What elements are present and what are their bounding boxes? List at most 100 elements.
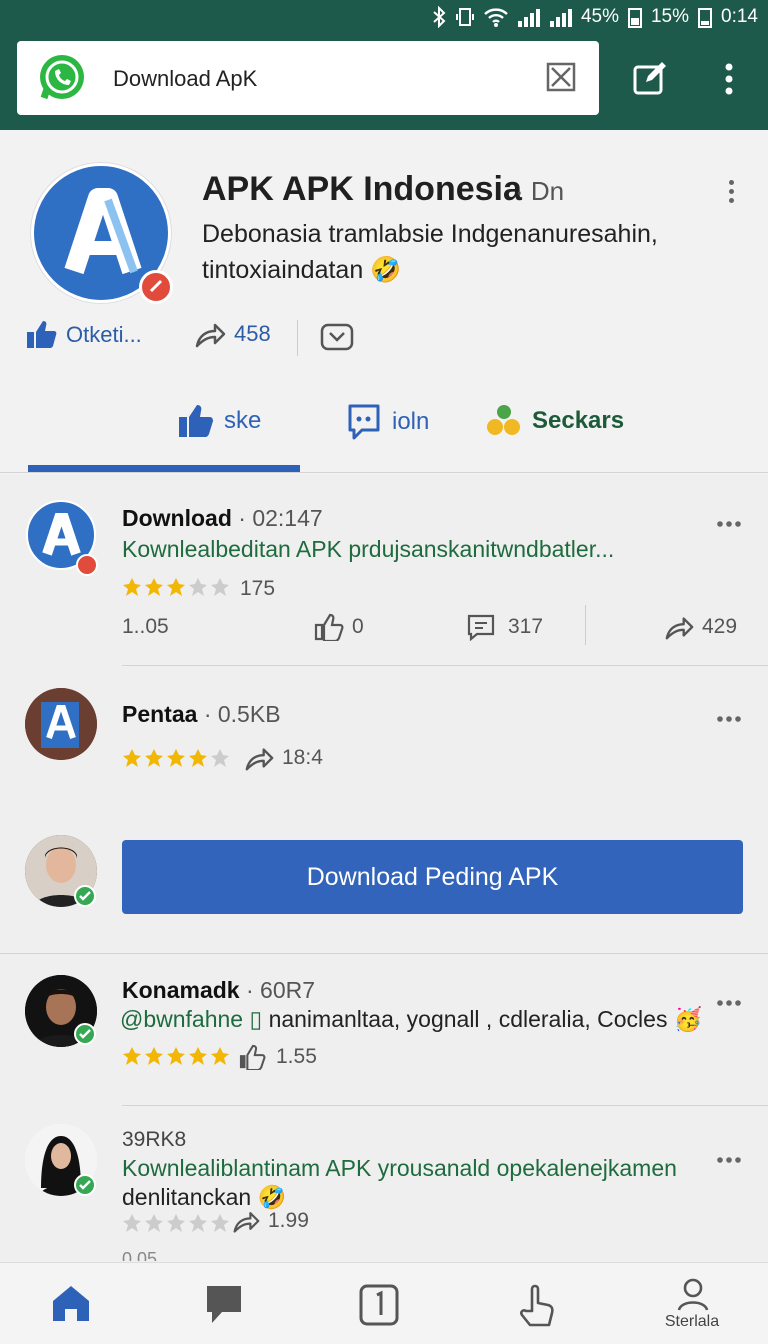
thumbs-up-icon [27, 321, 57, 348]
profile-tabs: ske ioln Seckars [0, 393, 768, 473]
tab-label: ske [224, 407, 262, 434]
share-count: 18:4 [282, 746, 323, 769]
post-item[interactable]: 39RK8 Kownlealiblantinam APK yrousanald … [0, 1108, 768, 1261]
avatar-image [25, 688, 97, 760]
tab-label: Seckars [532, 407, 625, 434]
status-bar: 45% 15% 0:14 [0, 0, 768, 34]
search-bar[interactable]: Download ApK [17, 41, 599, 115]
signal-icon [549, 9, 572, 27]
bluetooth-icon [433, 6, 446, 28]
divider [122, 1105, 768, 1106]
tab-seckars[interactable]: Seckars [486, 403, 624, 439]
share-icon [245, 748, 274, 771]
share-icon [195, 323, 226, 348]
clock: 0:14 [721, 6, 758, 27]
post-avatar[interactable] [25, 688, 97, 760]
post-more-icon[interactable] [716, 1152, 742, 1180]
thumbs-up-icon [179, 405, 213, 437]
post-author-name[interactable]: 39RK8 [122, 1128, 186, 1152]
tab-ioln[interactable]: ioln [346, 403, 429, 441]
star-icon [189, 1047, 207, 1065]
bottom-navigation: Sterlala [0, 1262, 768, 1344]
profile-stats: Otketi... 458 [0, 320, 768, 360]
post-item[interactable]: Pentaa · 0.5KB 18:4 [0, 668, 768, 808]
battery-percent: 45% [580, 6, 619, 27]
clear-icon[interactable] [545, 61, 577, 93]
star-icon [123, 578, 141, 596]
verified-check-icon [74, 1174, 96, 1196]
profile-nav-label[interactable]: Sterlala [660, 1313, 724, 1331]
rating-stars [122, 1046, 230, 1066]
post-item[interactable]: Download · 02:147 Kownlealbeditan APK pr… [0, 480, 768, 665]
share-count: 1.99 [268, 1209, 309, 1232]
star-icon [145, 1214, 163, 1232]
rating-count: 175 [240, 577, 276, 600]
message-icon[interactable] [320, 323, 354, 351]
post-text-line: denlitanckan 🤣 [122, 1184, 287, 1210]
signal-icon [517, 9, 540, 27]
share-button[interactable]: 1.99 [232, 1208, 309, 1234]
download-apk-button[interactable]: Download Peding APK [122, 840, 743, 914]
profile-description-line: Debonasia tramlabsie Indgenanuresahin, [202, 220, 658, 248]
post-more-icon[interactable] [716, 516, 742, 544]
search-input[interactable]: Download ApK [113, 66, 257, 92]
compose-icon[interactable] [632, 60, 668, 96]
chat-icon[interactable] [204, 1283, 244, 1327]
tap-icon[interactable] [518, 1283, 556, 1329]
app-bar: Download ApK [0, 30, 768, 130]
star-icon [211, 578, 229, 596]
post-handle[interactable]: @bwnfahne [120, 1006, 243, 1032]
home-icon[interactable] [50, 1283, 92, 1323]
star-icon [211, 1047, 229, 1065]
overflow-menu-icon[interactable] [716, 60, 742, 98]
post-author[interactable]: Konamadk · 60R7 [122, 977, 315, 1004]
notifications-icon[interactable] [358, 1283, 400, 1327]
tab-ske[interactable]: ske [178, 403, 261, 439]
star-icon [145, 1047, 163, 1065]
share-icon [665, 617, 694, 640]
post-text: nanimanltaa, yognall , cdleralia, Cocles… [268, 1006, 703, 1032]
battery-icon [627, 8, 642, 28]
like-button[interactable]: 0 [314, 613, 364, 641]
wifi-icon [484, 8, 508, 27]
profile-icon[interactable] [676, 1277, 710, 1311]
divider [0, 953, 768, 954]
chat-icon [348, 404, 380, 440]
verified-check-icon [74, 1023, 96, 1045]
rating-stars [122, 1213, 230, 1233]
profile-name-suffix: · Dn [515, 176, 565, 206]
star-icon [123, 1214, 141, 1232]
share-icon [233, 1212, 260, 1233]
star-icon [167, 1047, 185, 1065]
star-icon [189, 578, 207, 596]
like-button[interactable]: Otketi... [26, 320, 142, 350]
profile-header: APK APK Indonesia · Dn Debonasia tramlab… [0, 130, 768, 475]
star-icon [145, 578, 163, 596]
like-button[interactable]: 1.55 [238, 1044, 317, 1070]
star-icon [211, 1214, 229, 1232]
verified-badge-icon [76, 554, 98, 576]
share-button[interactable]: 458 [194, 320, 271, 348]
post-more-icon[interactable] [716, 711, 742, 739]
post-author[interactable]: Pentaa · 0.5KB [122, 701, 281, 728]
handle-separator: ▯ [249, 1006, 263, 1032]
comment-icon [467, 614, 495, 641]
profile-description: Debonasia tramlabsie Indgenanuresahin, t… [202, 216, 722, 288]
group-icon [487, 405, 520, 435]
verified-check-icon [74, 885, 96, 907]
share-button[interactable]: 18:4 [244, 744, 323, 772]
divider [122, 665, 768, 666]
truncated-text: 0 05 [122, 1249, 158, 1261]
post-author[interactable]: Download · 02:147 [122, 505, 323, 532]
comment-button[interactable]: 317 [464, 613, 543, 641]
verified-badge-icon [139, 270, 173, 304]
post-more-icon[interactable] [716, 995, 742, 1023]
profile-more-icon[interactable] [726, 180, 736, 208]
post-item[interactable]: Konamadk · 60R7 @bwnfahne ▯ nanimanltaa,… [0, 955, 768, 1105]
comment-count: 317 [508, 615, 544, 638]
star-icon [145, 749, 163, 767]
vibrate-icon [455, 8, 474, 26]
star-icon [123, 749, 141, 767]
share-button[interactable]: 429 [664, 613, 737, 641]
post-author-name: Download [122, 505, 232, 531]
